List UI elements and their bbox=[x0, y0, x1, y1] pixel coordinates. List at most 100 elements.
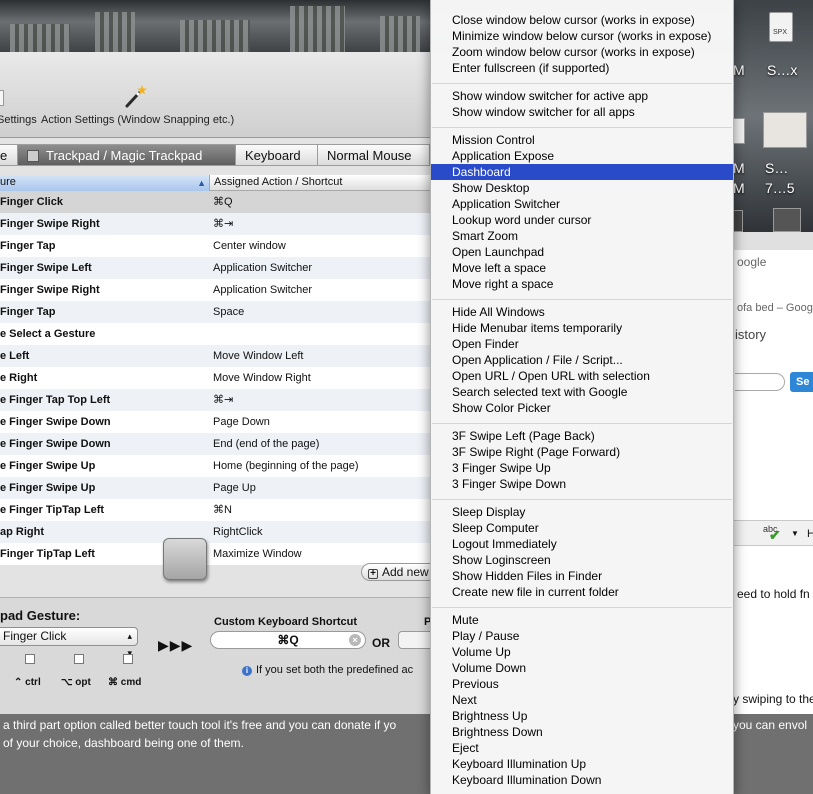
menu-item[interactable]: Show window switcher for active app bbox=[431, 88, 733, 104]
desktop-icon-label: M bbox=[733, 62, 745, 78]
action-cell: Center window bbox=[213, 240, 286, 252]
menu-item[interactable]: Smart Zoom bbox=[431, 228, 733, 244]
search-result-title[interactable]: ofa bed – Goog bbox=[737, 302, 813, 314]
menu-item[interactable]: 3F Swipe Left (Page Back) bbox=[431, 428, 733, 444]
menu-item[interactable]: Create new file in current folder bbox=[431, 584, 733, 600]
clear-icon[interactable]: × bbox=[349, 634, 361, 646]
menu-item[interactable]: Sleep Display bbox=[431, 504, 733, 520]
menu-item[interactable]: Show Hidden Files in Finder bbox=[431, 568, 733, 584]
menu-item[interactable]: Show Loginscreen bbox=[431, 552, 733, 568]
tab-label: e bbox=[0, 148, 8, 163]
menu-item[interactable]: Hide All Windows bbox=[431, 304, 733, 320]
table-row[interactable]: e Left Move Window Left bbox=[0, 345, 430, 367]
table-row[interactable]: e Select a Gesture bbox=[0, 323, 430, 345]
table-row[interactable]: e Right Move Window Right bbox=[0, 367, 430, 389]
menu-item[interactable]: 3 Finger Swipe Down bbox=[431, 476, 733, 492]
table-row[interactable]: Finger Tap Space bbox=[0, 301, 430, 323]
ctrl-modifier-checkbox[interactable] bbox=[25, 654, 35, 664]
menu-item[interactable]: Application Switcher bbox=[431, 196, 733, 212]
spx-file-icon[interactable]: SPX bbox=[769, 12, 793, 42]
settings-toolbar-label[interactable]: Settings bbox=[0, 114, 37, 126]
menu-item[interactable]: Open Application / File / Script... bbox=[431, 352, 733, 368]
menu-item[interactable]: Lookup word under cursor bbox=[431, 212, 733, 228]
menu-item[interactable]: Play / Pause bbox=[431, 628, 733, 644]
menu-item[interactable]: Open Launchpad bbox=[431, 244, 733, 260]
menu-item[interactable]: Next bbox=[431, 692, 733, 708]
custom-shortcut-field[interactable]: ⌘Q × bbox=[210, 631, 366, 649]
desktop-icon-label: S… bbox=[765, 160, 789, 176]
table-row[interactable]: e Finger Swipe Down End (end of the page) bbox=[0, 433, 430, 455]
menu-item[interactable]: 3F Swipe Right (Page Forward) bbox=[431, 444, 733, 460]
add-new-gesture-button[interactable]: + Add new bbox=[361, 563, 430, 581]
table-row[interactable]: Finger Swipe Left Application Switcher bbox=[0, 257, 430, 279]
desktop-wallpaper-building bbox=[10, 24, 70, 54]
menu-item[interactable]: Brightness Up bbox=[431, 708, 733, 724]
menu-item[interactable]: Brightness Down bbox=[431, 724, 733, 740]
menu-item[interactable]: Minimize window below cursor (works in e… bbox=[431, 28, 733, 44]
menu-item[interactable]: Previous bbox=[431, 676, 733, 692]
menu-item[interactable]: Mission Control bbox=[431, 132, 733, 148]
menu-item[interactable]: Eject bbox=[431, 740, 733, 756]
browser-search-input[interactable] bbox=[735, 373, 785, 391]
desktop-file-icon[interactable] bbox=[773, 208, 801, 232]
history-link[interactable]: istory bbox=[735, 327, 766, 342]
column-header-gesture[interactable]: ure ▲ bbox=[0, 175, 210, 191]
menu-item[interactable]: Open URL / Open URL with selection bbox=[431, 368, 733, 384]
spellcheck-icon[interactable]: ✔ bbox=[769, 527, 781, 544]
menu-item[interactable]: Sleep Computer bbox=[431, 520, 733, 536]
menu-item[interactable]: Move right a space bbox=[431, 276, 733, 292]
chevron-down-icon[interactable]: ▼ bbox=[791, 529, 799, 538]
menu-item[interactable]: Keyboard Illumination Down bbox=[431, 772, 733, 788]
table-row[interactable]: Finger TipTap Left Maximize Window bbox=[0, 543, 430, 565]
desktop-file-icon[interactable] bbox=[733, 210, 743, 232]
tab-magic-mouse[interactable]: e bbox=[0, 144, 18, 166]
browser-search-button[interactable]: Se bbox=[790, 372, 813, 392]
gesture-type-select[interactable]: Finger Click ▴ ▾ bbox=[0, 627, 138, 658]
menu-item[interactable]: Keyboard Illumination Up bbox=[431, 756, 733, 772]
tab-trackpad[interactable]: Trackpad / Magic Trackpad bbox=[18, 144, 236, 166]
table-row[interactable]: ap Right RightClick bbox=[0, 521, 430, 543]
tab-keyboard[interactable]: Keyboard bbox=[236, 144, 318, 166]
settings-icon[interactable] bbox=[0, 90, 4, 106]
menu-item[interactable]: Enter fullscreen (if supported) bbox=[431, 60, 733, 76]
predefined-action-select[interactable] bbox=[398, 631, 430, 649]
gesture-cell: Finger Tap bbox=[0, 240, 56, 252]
desktop-file-icon[interactable] bbox=[733, 118, 745, 144]
desktop-image-thumbnail-icon[interactable] bbox=[763, 112, 807, 148]
column-header-action[interactable]: Assigned Action / Shortcut bbox=[214, 175, 342, 190]
opt-modifier-checkbox[interactable] bbox=[74, 654, 84, 664]
menu-item[interactable]: Volume Up bbox=[431, 644, 733, 660]
menu-item[interactable]: Open Finder bbox=[431, 336, 733, 352]
table-row[interactable]: e Finger Swipe Up Page Up bbox=[0, 477, 430, 499]
table-row[interactable]: Finger Click ⌘Q bbox=[0, 191, 430, 213]
menu-item[interactable]: Move left a space bbox=[431, 260, 733, 276]
checkbox-icon[interactable] bbox=[27, 150, 39, 162]
gesture-table-header: ure ▲ Assigned Action / Shortcut bbox=[0, 175, 430, 191]
table-row[interactable]: Finger Swipe Right ⌘⇥ bbox=[0, 213, 430, 235]
menu-item[interactable]: Zoom window below cursor (works in expos… bbox=[431, 44, 733, 60]
tab-normal-mouse[interactable]: Normal Mouse bbox=[318, 144, 430, 166]
menu-item[interactable]: Show Color Picker bbox=[431, 400, 733, 416]
menu-item[interactable]: Logout Immediately bbox=[431, 536, 733, 552]
action-settings-toolbar-label[interactable]: Action Settings (Window Snapping etc.) bbox=[41, 114, 234, 126]
menu-item[interactable]: Application Expose bbox=[431, 148, 733, 164]
menu-item[interactable]: Search selected text with Google bbox=[431, 384, 733, 400]
cmd-modifier-checkbox[interactable] bbox=[123, 654, 133, 664]
menu-item[interactable]: 3 Finger Swipe Up bbox=[431, 460, 733, 476]
table-row[interactable]: e Finger TipTap Left ⌘N bbox=[0, 499, 430, 521]
menu-item[interactable]: Volume Down bbox=[431, 660, 733, 676]
menu-item[interactable]: Dashboard bbox=[431, 164, 733, 180]
magic-wand-icon[interactable] bbox=[124, 84, 148, 108]
table-row[interactable]: e Finger Swipe Down Page Down bbox=[0, 411, 430, 433]
table-row[interactable]: e Finger Swipe Up Home (beginning of the … bbox=[0, 455, 430, 477]
table-row[interactable]: e Finger Tap Top Left ⌘⇥ bbox=[0, 389, 430, 411]
drag-proxy-square[interactable] bbox=[163, 538, 207, 580]
menu-item[interactable]: Hide Menubar items temporarily bbox=[431, 320, 733, 336]
heading-button[interactable]: H bbox=[807, 528, 813, 540]
table-row[interactable]: Finger Tap Center window bbox=[0, 235, 430, 257]
menu-item[interactable]: Show window switcher for all apps bbox=[431, 104, 733, 120]
menu-item[interactable]: Mute bbox=[431, 612, 733, 628]
menu-item[interactable]: Close window below cursor (works in expo… bbox=[431, 12, 733, 28]
menu-item[interactable]: Show Desktop bbox=[431, 180, 733, 196]
table-row[interactable]: Finger Swipe Right Application Switcher bbox=[0, 279, 430, 301]
